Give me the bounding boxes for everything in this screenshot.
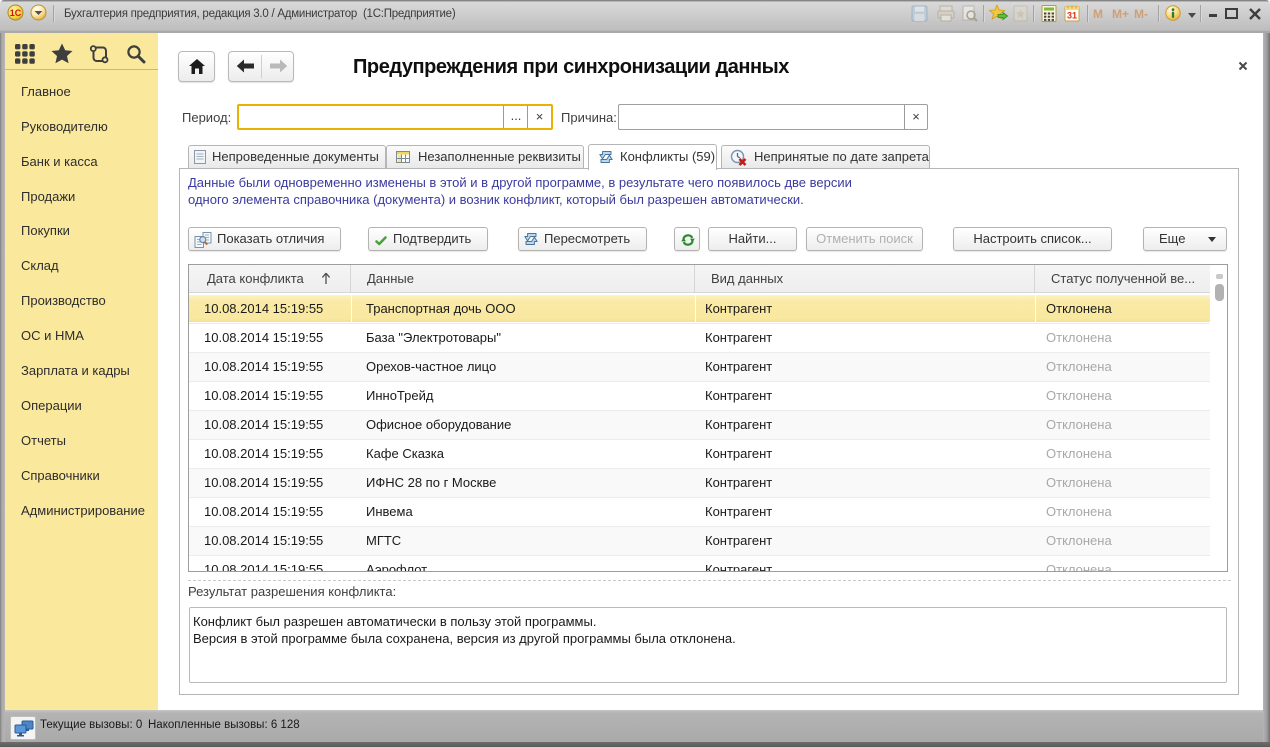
- svg-text:1C: 1C: [10, 8, 22, 18]
- svg-text:31: 31: [1067, 11, 1077, 21]
